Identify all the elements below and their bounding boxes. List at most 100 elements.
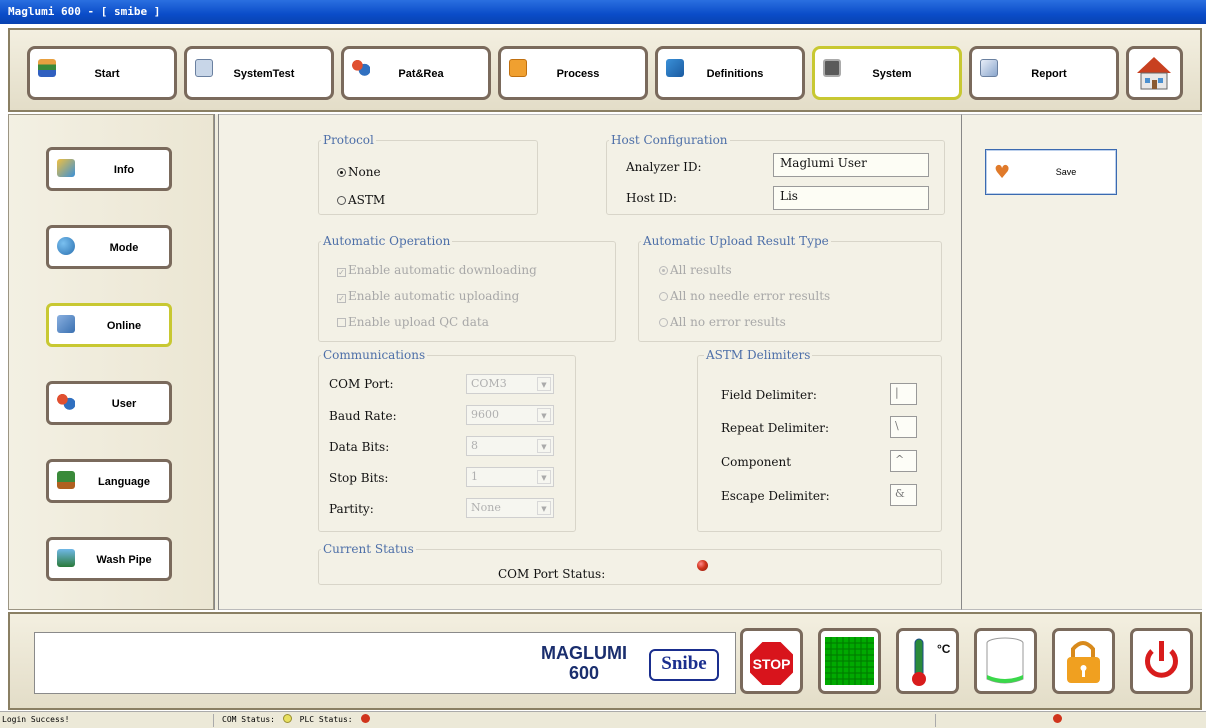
repeat-delimiter-input[interactable]: \ [890,416,917,438]
brand-line1: MAGLUMI [541,643,627,663]
home-icon [1137,57,1171,90]
auto-upload-label: Enable automatic uploading [348,289,520,303]
wash-pipe-icon [57,549,75,567]
host-id-input[interactable]: Lis [773,186,929,210]
bottom-bar: MAGLUMI 600 Snibe STOP °C [8,612,1202,710]
com-port-select[interactable]: COM3 ▼ [466,374,554,394]
protocol-none-radio[interactable]: None [337,165,381,179]
brand-panel: MAGLUMI 600 Snibe [34,632,736,694]
protocol-astm-label: ASTM [348,193,386,207]
all-results-label: All results [670,263,732,277]
power-button[interactable] [1130,628,1193,694]
no-error-label: All no error results [670,315,786,329]
chevron-down-icon: ▼ [537,439,551,453]
toolbar-systemtest-label: SystemTest [233,68,295,80]
top-toolbar: Start SystemTest Pat&Rea Process Definit… [8,28,1202,112]
info-icon [57,159,75,177]
sidebar-item-label: Info [113,164,135,176]
upload-qc-checkbox[interactable]: Enable upload QC data [337,315,489,329]
com-port-label: COM Port: [329,377,394,391]
protocol-legend: Protocol [323,133,374,147]
sidebar-item-online[interactable]: Online [46,303,172,347]
sidebar-item-label: Wash Pipe [96,554,152,566]
temperature-button[interactable]: °C [896,628,959,694]
protocol-astm-radio[interactable]: ASTM [337,193,385,207]
sidebar-item-user[interactable]: User [46,381,172,425]
analyzer-id-input[interactable]: Maglumi User [773,153,929,177]
field-delimiter-input[interactable]: | [890,383,917,405]
brand-name: MAGLUMI 600 [541,643,627,683]
com-status-led [282,714,292,723]
toolbar-system-button[interactable]: System [812,46,962,100]
com-port-value: COM3 [471,377,507,390]
no-needle-error-label: All no needle error results [670,289,831,303]
home-button[interactable] [1126,46,1183,100]
current-status-group: Current Status [318,542,942,585]
toolbar-start-button[interactable]: Start [27,46,177,100]
no-error-radio[interactable]: All no error results [659,315,786,329]
checkbox-checked-icon: ✓ [337,268,346,277]
user-icon [57,393,75,411]
parity-select[interactable]: None ▼ [466,498,554,518]
online-settings-panel: Protocol None ASTM Host Configuration An… [219,114,961,610]
auto-upload-checkbox[interactable]: ✓ Enable automatic uploading [337,289,519,303]
status-segment-right [936,714,1206,727]
astm-delimiters-legend: ASTM Delimiters [706,348,811,362]
sidebar-item-label: User [111,398,137,410]
stop-bits-select[interactable]: 1 ▼ [466,467,554,487]
plc-status-led [361,714,371,723]
component-delimiter-input[interactable]: ^ [890,450,917,472]
stop-button[interactable]: STOP [740,628,803,694]
save-icon: ♥ [994,162,1011,183]
status-bar: Login Success! COM Status: PLC Status: [0,711,1206,728]
current-status-legend: Current Status [323,542,414,556]
toolbar-patrea-label: Pat&Rea [398,68,444,80]
auto-download-label: Enable automatic downloading [348,263,537,277]
all-results-radio[interactable]: All results [659,263,732,277]
communications-legend: Communications [323,348,426,362]
baud-rate-label: Baud Rate: [329,409,397,423]
temp-unit-text: °C [937,642,951,656]
baud-rate-select[interactable]: 9600 ▼ [466,405,554,425]
no-needle-error-radio[interactable]: All no needle error results [659,289,830,303]
upload-result-type-legend: Automatic Upload Result Type [643,234,829,248]
stop-bits-value: 1 [471,470,478,483]
com-port-status-label: COM Port Status: [498,567,606,581]
com-status-label: COM Status: [222,715,275,724]
toolbar-report-label: Report [1031,68,1067,80]
toolbar-system-label: System [872,68,912,80]
auto-download-checkbox[interactable]: ✓ Enable automatic downloading [337,263,537,277]
data-bits-select[interactable]: 8 ▼ [466,436,554,456]
left-sidebar: Info Mode Online User Language Wash Pipe [8,114,214,610]
escape-delimiter-input[interactable]: & [890,484,917,506]
toolbar-definitions-button[interactable]: Definitions [655,46,805,100]
parity-label: Partity: [329,502,374,516]
toolbar-patrea-button[interactable]: Pat&Rea [341,46,491,100]
field-delimiter-label: Field Delimiter: [721,388,817,402]
plate-button[interactable] [818,628,881,694]
sidebar-item-wash-pipe[interactable]: Wash Pipe [46,537,172,581]
auto-operation-legend: Automatic Operation [323,234,451,248]
data-bits-value: 8 [471,439,478,452]
sidebar-item-mode[interactable]: Mode [46,225,172,269]
com-port-status-led [697,560,708,571]
host-config-legend: Host Configuration [611,133,728,147]
plc-status-label: PLC Status: [299,715,353,724]
sidebar-item-language[interactable]: Language [46,459,172,503]
save-button[interactable]: ♥ Save [985,149,1117,195]
status-segment-connection: COM Status: PLC Status: [220,714,936,727]
component-delimiter-label: Component [721,455,792,469]
chevron-down-icon: ▼ [537,408,551,422]
toolbar-process-button[interactable]: Process [498,46,648,100]
toolbar-report-button[interactable]: Report [969,46,1119,100]
toolbar-systemtest-button[interactable]: SystemTest [184,46,334,100]
reagent-button[interactable] [974,628,1037,694]
radio-unselected-icon [337,196,346,205]
right-panel: ♥ Save [961,114,1202,610]
sidebar-item-info[interactable]: Info [46,147,172,191]
lock-button[interactable] [1052,628,1115,694]
stop-icon: STOP [748,640,795,687]
chevron-down-icon: ▼ [537,470,551,484]
chevron-down-icon: ▼ [537,501,551,515]
repeat-delimiter-label: Repeat Delimiter: [721,421,830,435]
